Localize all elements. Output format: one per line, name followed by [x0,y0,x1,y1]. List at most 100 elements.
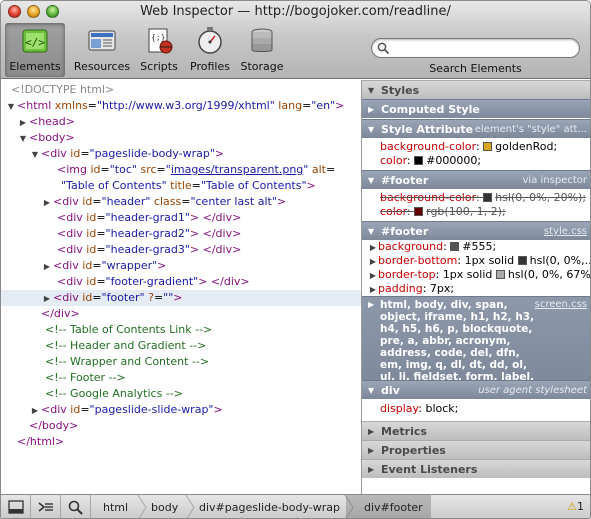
breadcrumb-item[interactable]: body [151,495,178,518]
attr-name: id [82,195,93,208]
attr-value: "center last alt" [190,195,277,208]
stylesheet-link[interactable]: screen.css [535,299,587,310]
toolbar-scripts-button[interactable]: {;} Scripts [133,23,185,77]
attr-value: "footer" [101,291,145,304]
css-property[interactable]: color: #000000; [362,154,590,168]
color-swatch[interactable] [483,193,493,202]
css-property[interactable]: display: block; [362,402,590,416]
computed-style-header[interactable]: ▶ Computed Style [362,99,590,118]
resources-icon [88,30,116,51]
disclosure-triangle-icon[interactable]: ▶ [17,115,29,131]
color-swatch[interactable] [414,207,424,216]
disclosure-triangle-icon[interactable]: ▼ [5,99,17,115]
toolbar-profiles-button[interactable]: Profiles [186,23,234,77]
color-swatch[interactable] [483,142,493,151]
user-agent-rule-header[interactable]: ▼ div user agent stylesheet [362,380,590,399]
attr-name: ? [148,291,154,304]
dom-node-comment[interactable]: <!-- Header and Gradient --> [1,338,361,354]
color-swatch[interactable] [414,156,424,165]
comment-text: <!-- Footer --> [45,371,126,384]
attr-name: id [86,227,97,240]
styles-pane-header[interactable]: ▼ Styles [362,80,590,99]
style-attribute-header[interactable]: ▼ Style Attribute element's "style" att... [362,119,590,138]
console-icon [38,502,53,512]
dom-node-comment[interactable]: <!-- Wrapper and Content --> [1,354,361,370]
property-name: background-color [380,191,476,204]
css-property[interactable]: ▶ background: #555; [362,240,590,254]
tag-name: </div> [41,307,80,320]
disclosure-triangle-icon: ▼ [368,86,375,95]
disclosure-triangle-icon[interactable]: ▶ [41,259,53,275]
toolbar-label: Storage [240,60,284,73]
toolbar-elements-button[interactable]: </> Elements [5,23,65,77]
disclosure-triangle-icon[interactable]: ▶ [368,269,378,282]
metrics-pane-header[interactable]: ▶ Metrics [362,421,590,440]
css-property-overridden[interactable]: color: rgb(100, 1, 2); [362,205,590,219]
dom-node-footer-selected[interactable]: ▶ <div id="footer" ?=""> [1,290,361,306]
dom-node-div[interactable]: <div id="header-grad1"> </div> [1,210,361,226]
disclosure-triangle-icon[interactable]: ▶ [368,241,378,254]
magnifier-icon [68,500,83,515]
css-property[interactable]: ▶ border-bottom: 1px solid hsl(0, 0%,... [362,254,590,268]
css-property[interactable]: ▶ padding: 7px; [362,282,590,296]
dom-node-close[interactable]: </html> [1,434,361,450]
search-input[interactable] [392,40,572,56]
dom-node-body-wrap[interactable]: ▼ <div id="pageslide-body-wrap"> [1,146,361,162]
dom-node-close[interactable]: </div> [1,306,361,322]
console-button[interactable] [31,495,61,518]
disclosure-triangle-icon[interactable]: ▶ [368,283,378,296]
dom-node-comment[interactable]: <!-- Footer --> [1,370,361,386]
inspector-rule-header[interactable]: ▼ #footer via inspector [362,170,590,189]
dom-node-div[interactable]: ▶ <div id="wrapper"> [1,258,361,274]
dom-node-img-continued: "Table of Contents" title="Table of Cont… [61,179,316,192]
css-property-overridden[interactable]: background-color: hsl(0, 0%, 20%); [362,191,590,205]
window-title: Web Inspector — http://bogojoker.com/rea… [140,4,451,19]
toolbar-storage-button[interactable]: Storage [237,23,287,77]
css-property[interactable]: ▶ border-top: 1px solid hsl(0, 0%, 67%); [362,268,590,282]
property-name: color [380,205,407,218]
breadcrumb-item[interactable]: html [103,495,128,518]
dom-node-div[interactable]: ▶ <div id="header" class="center last alt… [1,194,361,210]
stylesheet-rule-header[interactable]: ▼ #footer style.css [362,221,590,240]
breadcrumb-item[interactable]: div#pageslide-body-wrap [199,495,340,518]
disclosure-triangle-icon[interactable]: ▼ [29,147,41,163]
attr-value: "Table of Contents" [61,179,167,192]
inspect-element-button[interactable] [61,495,91,518]
disclosure-triangle-icon[interactable]: ▶ [29,403,41,419]
dom-node-head[interactable]: ▶ <head> [1,114,361,130]
properties-pane-header[interactable]: ▶ Properties [362,440,590,459]
resource-link[interactable]: images/transparent.png [171,163,303,176]
dom-node-div[interactable]: <div id="header-grad3"> </div> [1,242,361,258]
dom-node-comment[interactable]: <!-- Table of Contents Link --> [1,322,361,338]
stylesheet-link[interactable]: style.css [544,222,587,240]
toolbar-resources-button[interactable]: Resources [73,23,131,77]
color-swatch[interactable] [450,242,460,251]
event-listeners-pane-header[interactable]: ▶ Event Listeners [362,459,590,478]
disclosure-triangle-icon[interactable]: ▶ [41,291,53,307]
color-swatch[interactable] [517,256,527,265]
css-property[interactable]: background-color: goldenRod; [362,140,590,154]
dom-node-div[interactable]: <div id="footer-gradient"> </div> [1,274,361,290]
dom-node-div[interactable]: <div id="header-grad2"> </div> [1,226,361,242]
dom-node-slide-wrap[interactable]: ▶ <div id="pageslide-slide-wrap"> [1,402,361,418]
dom-node-doctype[interactable]: <!DOCTYPE html> [1,82,361,98]
dom-node-img[interactable]: <img id="toc" src="images/transparent.pn… [1,162,361,178]
warning-count[interactable]: ⚠1 [567,500,584,513]
pane-title: Styles [381,84,420,97]
property-value: hsl(0, 0%, 20%); [495,191,587,204]
breadcrumb-item-selected[interactable]: div#footer [346,495,431,518]
dom-node-html[interactable]: ▼ <html xmlns="http://www.w3.org/1999/xht… [1,98,361,114]
disclosure-triangle-icon[interactable]: ▶ [368,255,378,268]
dom-node-comment[interactable]: <!-- Google Analytics --> [1,386,361,402]
dom-node-close[interactable]: </body> [1,418,361,434]
attr-value: "pageslide-slide-wrap" [89,403,214,416]
color-swatch[interactable] [495,270,505,279]
dom-node-body[interactable]: ▼ <body> [1,130,361,146]
attr-name: id [82,291,93,304]
disclosure-triangle-icon[interactable]: ▼ [17,131,29,147]
warning-icon: ⚠ [567,500,577,513]
dock-toggle-button[interactable] [1,495,31,518]
tag-close: > [157,259,167,272]
search-field[interactable] [371,38,580,58]
disclosure-triangle-icon[interactable]: ▶ [41,195,53,211]
